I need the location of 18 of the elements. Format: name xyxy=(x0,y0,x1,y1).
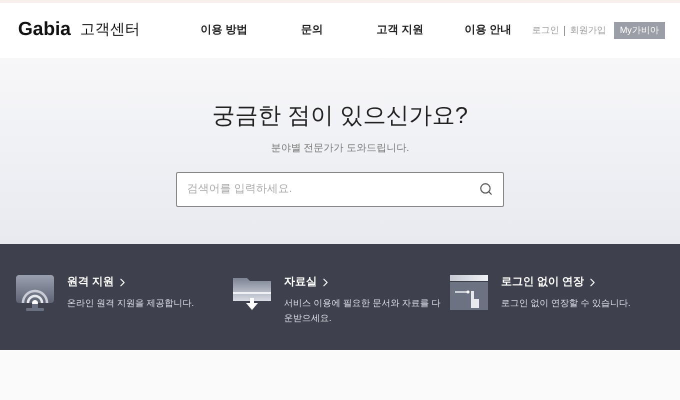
search-field[interactable]: 검색어를 입력하세요. xyxy=(176,172,504,206)
nav-link[interactable]: 문의 xyxy=(268,22,356,39)
hero-subtitle: 분야별 전문가가 도와드립니다. xyxy=(270,142,410,156)
nav-link[interactable]: 이용 방법 xyxy=(180,22,268,39)
site-title: 고객센터 xyxy=(80,20,140,40)
logo[interactable]: Gabia xyxy=(18,16,71,45)
feature-description: 로그인 없이 연장할 수 있습니다. xyxy=(501,296,632,310)
feature-link[interactable]: 원격 지원 xyxy=(67,274,232,290)
feature-description: 서비스 이용에 필요한 문서와 자료를 다운받으세요. xyxy=(284,296,442,324)
feature-link[interactable]: 로그인 없이 연장 xyxy=(501,274,666,290)
feature-description: 온라인 원격 지원을 제공합니다. xyxy=(67,296,196,310)
hero-title: 궁금한 점이 있으신가요? xyxy=(212,101,468,130)
feature-link[interactable]: 자료실 xyxy=(284,274,449,290)
search-icon[interactable] xyxy=(479,182,493,196)
window-pointer-icon xyxy=(449,274,489,312)
nav-link[interactable]: 이용 안내 xyxy=(444,22,532,39)
monitor-icon xyxy=(15,274,55,312)
nav-link[interactable]: 고객 지원 xyxy=(356,22,444,39)
